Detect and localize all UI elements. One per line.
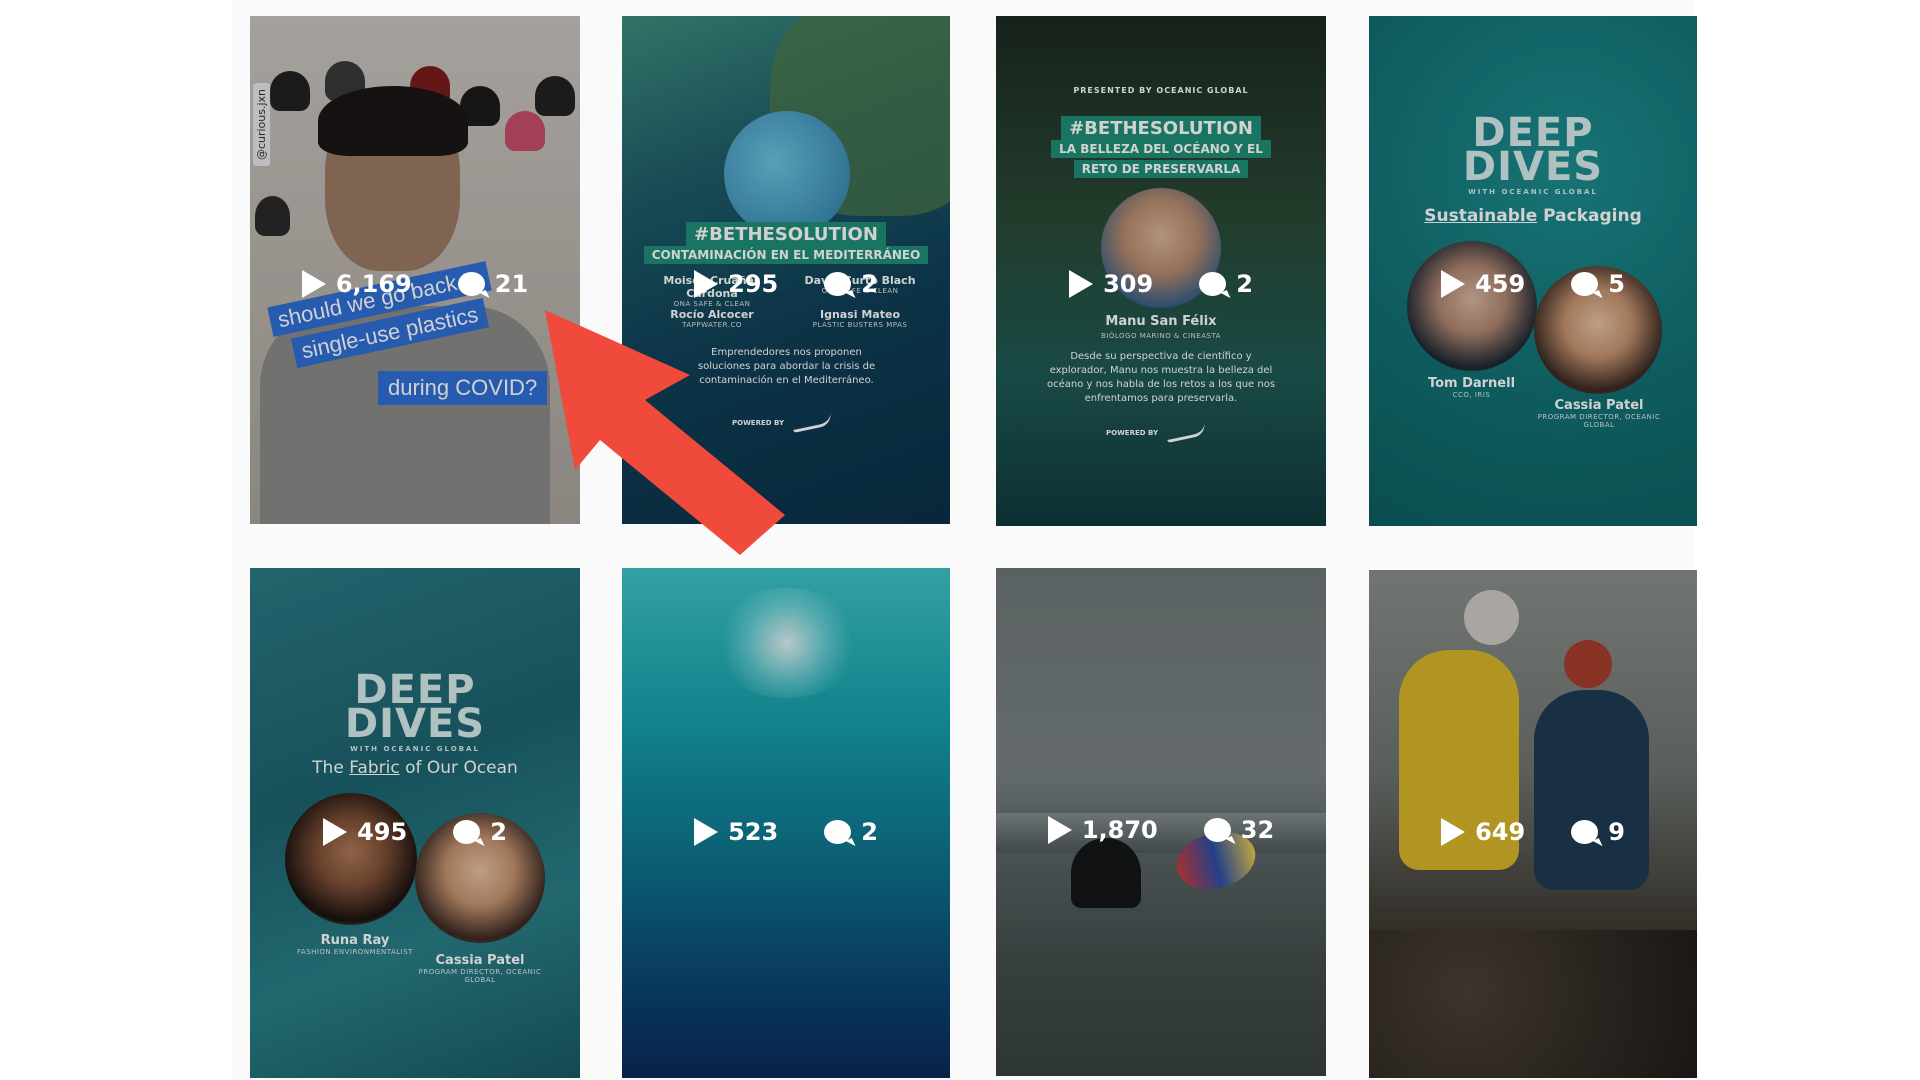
comment-icon [1571,272,1599,296]
play-icon [301,270,326,298]
comment-icon [1199,272,1227,296]
comment-icon [824,820,852,844]
tile-stats: 649 9 [1369,818,1697,846]
video-tile-2[interactable]: #BETHESOLUTION CONTAMINACIÓN EN EL MEDIT… [622,16,950,524]
play-icon [1069,270,1094,298]
comment-count: 9 [1608,818,1625,846]
comment-icon [824,272,852,296]
video-tile-8[interactable]: 649 9 [1369,570,1697,1078]
comment-icon [1203,818,1231,842]
tile-stats: 523 2 [622,818,950,846]
play-count: 523 [728,818,779,846]
play-count: 495 [357,818,408,846]
video-tile-1[interactable]: @curious.jxn should we go back to single… [250,16,580,524]
play-icon [1441,818,1466,846]
video-tile-4[interactable]: DEEP DIVES WITH OCEANIC GLOBAL Sustainabl… [1369,16,1697,526]
tile-stats: 459 5 [1369,270,1697,298]
comment-count: 21 [494,270,529,298]
play-count: 6,169 [335,270,412,298]
tile-stats: 295 2 [622,270,950,298]
comment-count: 2 [1236,270,1253,298]
video-tile-3[interactable]: PRESENTED BY OCEANIC GLOBAL #BETHESOLUTI… [996,16,1326,526]
tile-stats: 6,169 21 [250,270,580,298]
play-icon [1441,270,1466,298]
tile-stats: 1,870 32 [996,816,1326,844]
play-count: 459 [1475,270,1526,298]
play-count: 309 [1103,270,1154,298]
comment-count: 2 [861,270,878,298]
comment-count: 2 [861,818,878,846]
video-tile-6[interactable]: 523 2 [622,568,950,1078]
comment-icon [1571,820,1599,844]
comment-count: 5 [1608,270,1625,298]
comment-count: 32 [1240,816,1275,844]
video-tile-5[interactable]: DEEP DIVES WITH OCEANIC GLOBAL The Fabric… [250,568,580,1078]
tile-stats: 309 2 [996,270,1326,298]
play-icon [694,270,719,298]
play-icon [323,818,348,846]
video-tile-7[interactable]: 1,870 32 [996,568,1326,1076]
play-count: 295 [728,270,779,298]
play-count: 1,870 [1081,816,1158,844]
comment-icon [457,272,485,296]
play-icon [1047,816,1072,844]
comment-icon [453,820,481,844]
tile-stats: 495 2 [250,818,580,846]
comment-count: 2 [490,818,507,846]
play-icon [694,818,719,846]
play-count: 649 [1475,818,1526,846]
